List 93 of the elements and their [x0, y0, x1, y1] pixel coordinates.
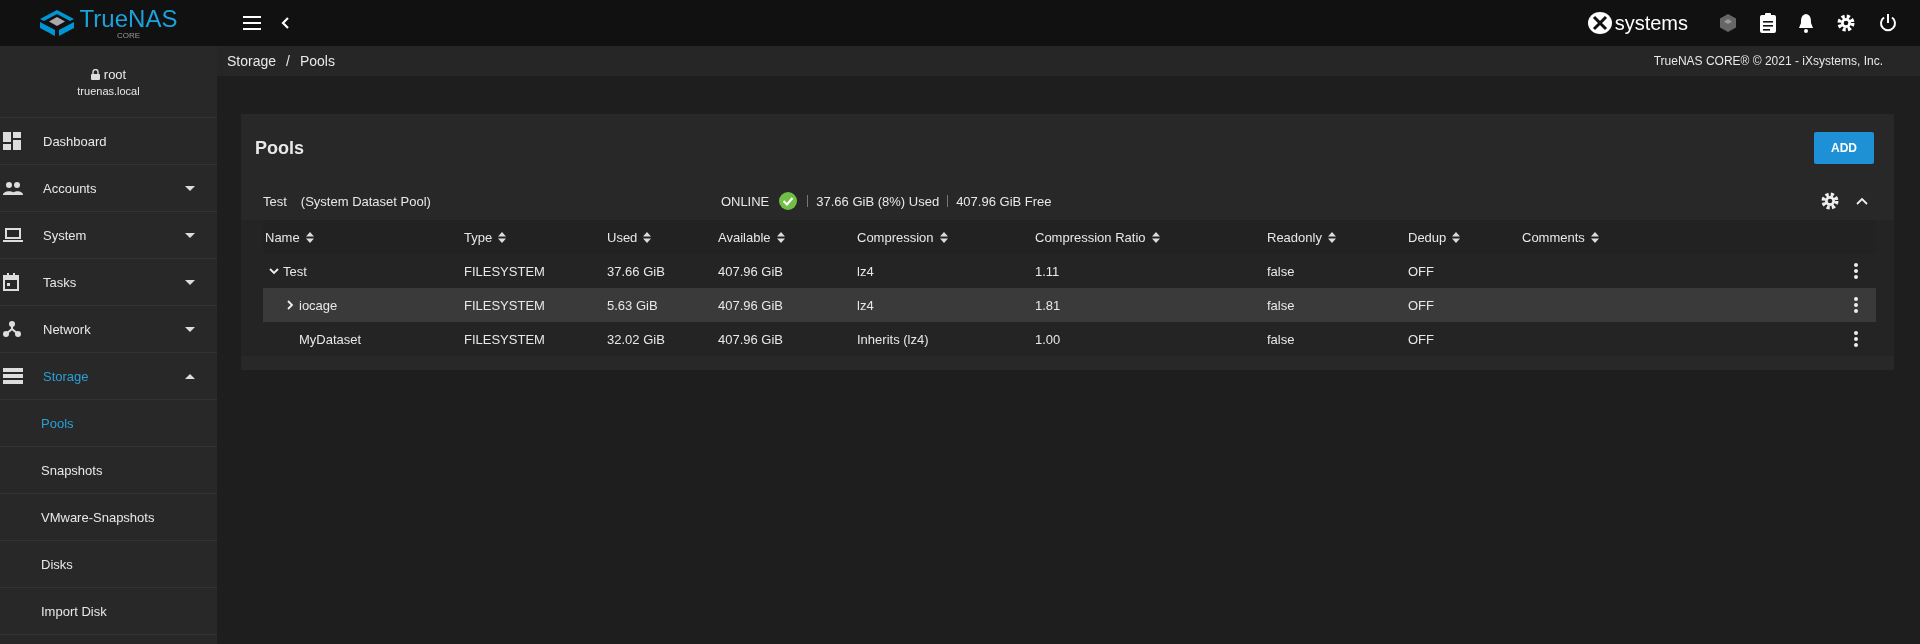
nav-subitem[interactable]: Import Disk	[0, 588, 217, 635]
breadcrumb-link[interactable]: Storage	[227, 53, 277, 69]
calendar-icon	[3, 273, 19, 291]
column-header[interactable]: Readonly	[1265, 229, 1406, 245]
sort-icon	[1590, 231, 1599, 243]
host-name: truenas.local	[77, 84, 140, 97]
table-cell: 5.63 GiB	[607, 297, 658, 313]
people-icon	[3, 181, 23, 195]
menu-icon[interactable]	[243, 16, 261, 30]
sort-icon	[305, 231, 314, 243]
more-vertical-icon[interactable]	[1854, 297, 1858, 313]
column-header[interactable]: Comments	[1520, 229, 1820, 245]
dataset-row[interactable]: Test FILESYSTEM 37.66 GiB 407.96 GiB lz4 1.11 false OFF	[263, 254, 1876, 288]
column-header[interactable]: Compression	[855, 229, 1033, 245]
table-cell: OFF	[1408, 263, 1434, 279]
dataset-name: Test	[283, 263, 307, 279]
table-cell: false	[1267, 297, 1295, 313]
table-cell: FILESYSTEM	[464, 297, 545, 313]
table-cell: OFF	[1408, 297, 1434, 313]
nav-item[interactable]: Dashboard	[0, 118, 217, 165]
sort-icon	[1327, 231, 1336, 243]
table-cell: 37.66 GiB	[607, 263, 665, 279]
user-name: root	[103, 66, 127, 82]
pool-status: ONLINE	[720, 193, 770, 209]
pool-used: 37.66 GiB (8%) Used	[816, 193, 940, 209]
lock-icon	[90, 68, 100, 80]
dataset-name: MyDataset	[299, 331, 362, 347]
logo-subtitle: CORE	[116, 31, 141, 40]
dataset-name: iocage	[299, 297, 338, 313]
nav-item[interactable]: System	[0, 212, 217, 259]
logo-text: TrueNAS	[79, 6, 178, 31]
sort-icon	[1151, 231, 1160, 243]
table-cell: Inherits (lz4)	[857, 331, 929, 347]
network-icon	[3, 321, 21, 337]
table-cell: 1.11	[1035, 263, 1060, 279]
bell-icon[interactable]	[1798, 13, 1814, 33]
column-header[interactable]: Compression Ratio	[1033, 229, 1265, 245]
clipboard-icon[interactable]	[1760, 13, 1776, 33]
pool-free: 407.96 GiB Free	[956, 193, 1052, 209]
breadcrumb-separator: /	[286, 53, 290, 69]
table-cell: 407.96 GiB	[718, 331, 784, 347]
power-icon[interactable]	[1878, 13, 1898, 33]
copyright-text: TrueNAS CORE® © 2021 - iXsystems, Inc.	[1653, 54, 1883, 68]
nav-subitem[interactable]: VMware-Snapshots	[0, 494, 217, 541]
chevron-up-icon[interactable]	[1856, 197, 1868, 205]
sort-icon	[776, 231, 785, 243]
column-header[interactable]: Used	[605, 229, 716, 245]
column-header[interactable]: Dedup	[1406, 229, 1520, 245]
dataset-row[interactable]: MyDataset FILESYSTEM 32.02 GiB 407.96 GiB Inherits (lz4) 1.00 false OFF	[263, 322, 1876, 356]
column-header[interactable]: Available	[716, 229, 855, 245]
more-vertical-icon[interactable]	[1854, 263, 1858, 279]
table-cell: false	[1267, 263, 1295, 279]
sort-icon	[1452, 231, 1461, 243]
brand-text: systems	[1614, 11, 1688, 35]
chevron-left-icon[interactable]	[281, 17, 289, 29]
sort-icon	[498, 231, 507, 243]
laptop-icon	[3, 228, 23, 242]
table-cell: 407.96 GiB	[718, 263, 784, 279]
dataset-row[interactable]: iocage FILESYSTEM 5.63 GiB 407.96 GiB lz4 1.81 false OFF	[263, 288, 1876, 322]
ix-logo-icon	[1586, 11, 1613, 35]
pool-name: Test	[263, 193, 287, 209]
table-cell: lz4	[857, 297, 874, 313]
nav-item[interactable]: Tasks	[0, 259, 217, 306]
table-cell: lz4	[857, 263, 874, 279]
table-cell: OFF	[1408, 331, 1434, 347]
table-cell: FILESYSTEM	[464, 331, 545, 347]
sort-icon	[643, 231, 652, 243]
table-cell: 32.02 GiB	[607, 331, 665, 347]
storage-icon	[3, 368, 23, 384]
more-vertical-icon[interactable]	[1854, 331, 1858, 347]
chevron-down-icon[interactable]	[269, 266, 279, 276]
table-cell: FILESYSTEM	[464, 263, 545, 279]
nav-item[interactable]: Storage	[0, 353, 217, 400]
chevron-right-icon[interactable]	[285, 300, 295, 310]
column-header[interactable]: Name	[263, 229, 462, 245]
dashboard-icon	[3, 132, 21, 150]
nav-subitem[interactable]: Pools	[0, 400, 217, 447]
column-header[interactable]: Type	[462, 229, 605, 245]
cube-icon[interactable]	[1718, 13, 1738, 33]
logo-icon	[39, 10, 74, 36]
breadcrumb-link[interactable]: Pools	[299, 53, 335, 69]
pool-note: (System Dataset Pool)	[300, 193, 431, 209]
card-title: Pools	[255, 137, 304, 159]
nav-item[interactable]: Accounts	[0, 165, 217, 212]
nav-item[interactable]: Network	[0, 306, 217, 353]
nav-subitem[interactable]: Disks	[0, 541, 217, 588]
table-cell: 1.81	[1035, 297, 1061, 313]
table-cell: 407.96 GiB	[718, 297, 784, 313]
table-cell: false	[1267, 331, 1295, 347]
sort-icon	[939, 231, 948, 243]
settings-icon[interactable]	[1820, 191, 1840, 211]
nav-subitem[interactable]: Snapshots	[0, 447, 217, 494]
table-cell: 1.00	[1035, 331, 1061, 347]
